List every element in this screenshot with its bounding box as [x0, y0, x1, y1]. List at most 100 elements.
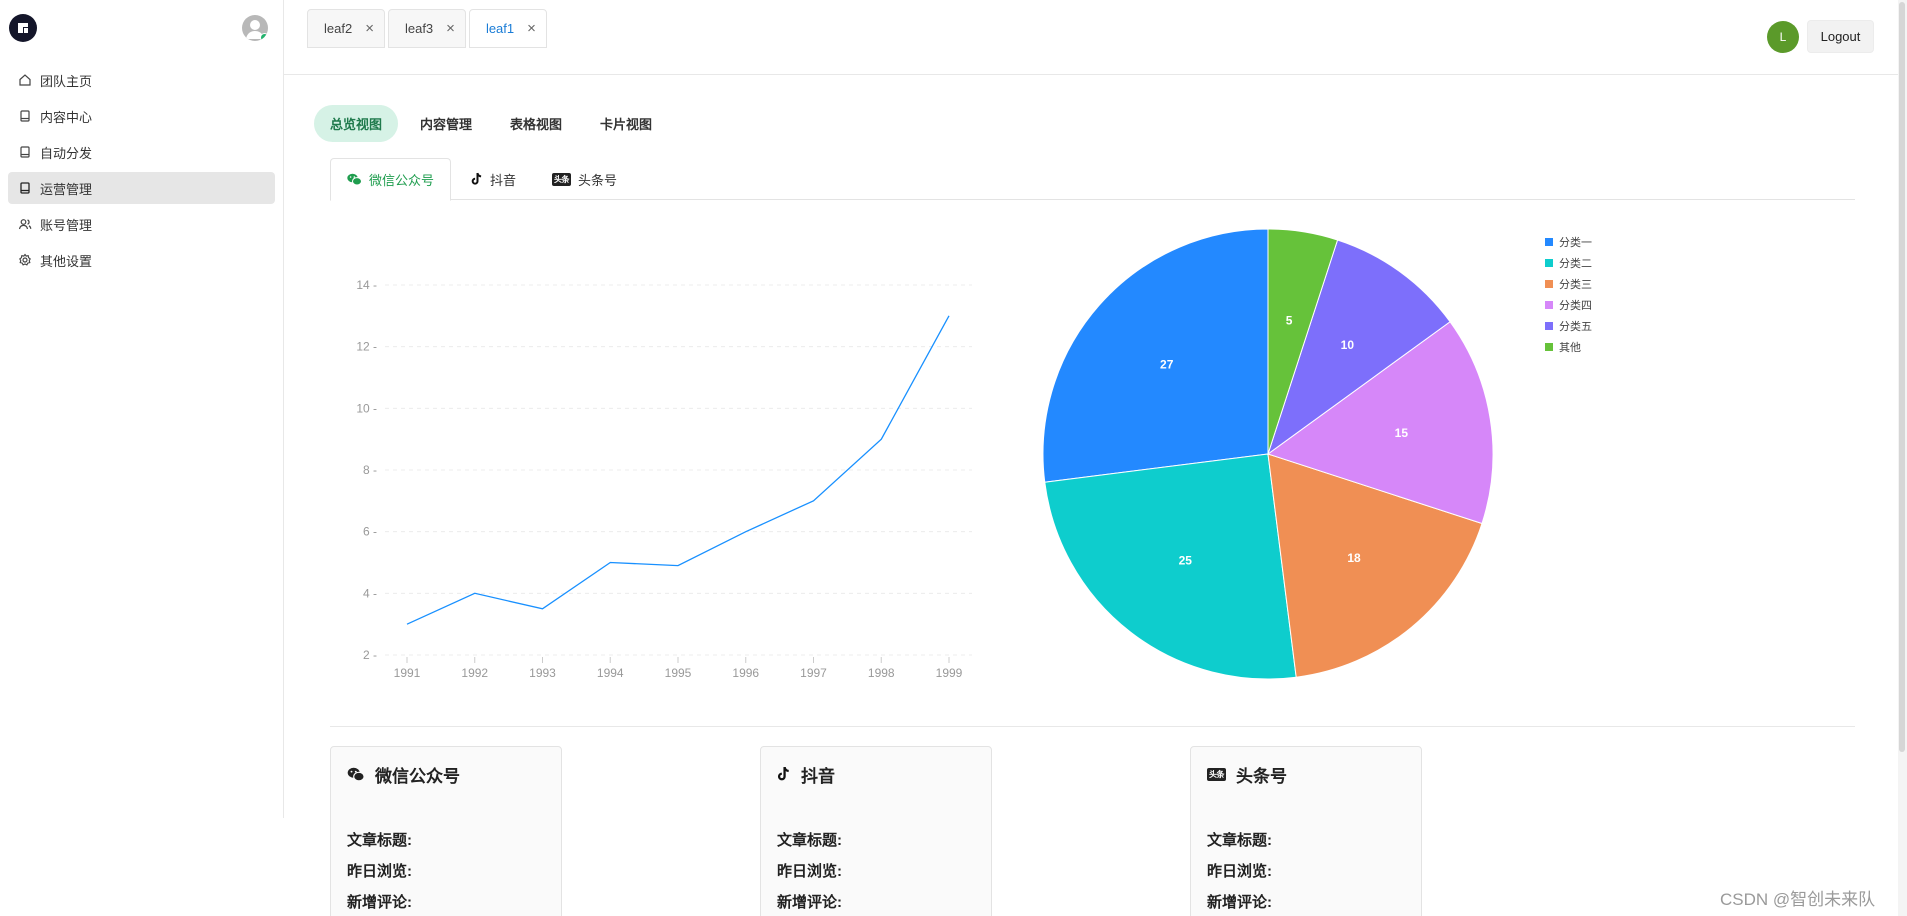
online-dot-icon	[260, 33, 268, 41]
legend-item[interactable]: 其他	[1545, 336, 1592, 357]
section-divider	[330, 726, 1855, 727]
card-title-text: 头条号	[1236, 766, 1287, 786]
card-title: 头条 头条号	[1207, 763, 1405, 786]
sidebar-header	[0, 0, 283, 54]
legend-swatch	[1545, 279, 1553, 288]
legend-label: 分类五	[1559, 320, 1592, 333]
x-tick-label: 1999	[936, 666, 963, 680]
wechat-icon	[347, 767, 365, 781]
sidebar: 团队主页 内容中心 自动分发 运营管理 账号管理 其他设置	[0, 0, 284, 818]
close-icon[interactable]: ×	[446, 21, 455, 36]
tab-table-view[interactable]: 表格视图	[494, 105, 578, 142]
x-tick-label: 1995	[665, 666, 692, 680]
close-icon[interactable]: ×	[527, 21, 536, 36]
book-icon	[20, 146, 30, 158]
page-tab-leaf1[interactable]: leaf1 ×	[468, 9, 547, 48]
sidebar-item-accounts[interactable]: 账号管理	[8, 208, 275, 240]
card-title: 抖音	[777, 763, 975, 786]
page-scrollbar[interactable]	[1898, 0, 1907, 916]
wechat-card: 微信公众号 文章标题: 昨日浏览: 新增评论:	[330, 746, 562, 916]
book-icon	[20, 182, 30, 194]
field-yesterday-views: 昨日浏览:	[1207, 863, 1272, 880]
page-tab-leaf3[interactable]: leaf3 ×	[387, 9, 466, 48]
logo-icon[interactable]	[9, 14, 37, 42]
tab-label: 头条号	[578, 172, 618, 188]
book-icon	[20, 110, 30, 122]
legend-label: 分类三	[1559, 278, 1592, 291]
field-article-title: 文章标题:	[347, 832, 412, 849]
legend-swatch	[1545, 237, 1553, 246]
sidebar-item-team-home[interactable]: 团队主页	[8, 64, 275, 96]
field-new-comments: 新增评论:	[777, 894, 842, 911]
toutiao-icon: 头条	[1207, 767, 1226, 781]
logout-button[interactable]: Logout	[1807, 20, 1874, 53]
tiktok-icon	[777, 766, 789, 781]
watermark: CSDN @智创未来队	[1720, 890, 1876, 909]
slice-label: 5	[1286, 314, 1293, 328]
y-tick-label: 4 -	[363, 586, 377, 600]
y-tick-label: 12 -	[356, 340, 377, 354]
legend-swatch	[1545, 321, 1553, 330]
sidebar-nav: 团队主页 内容中心 自动分发 运营管理 账号管理 其他设置	[0, 54, 283, 276]
user-status-icon[interactable]	[242, 15, 268, 41]
y-tick-label: 2 -	[363, 648, 377, 662]
field-article-title: 文章标题:	[777, 832, 842, 849]
tab-toutiao[interactable]: 头条 头条号	[536, 158, 633, 200]
line-chart: 2 - 4 - 6 - 8 - 10 - 12 - 14 - 1991 1992 1993 1994…	[356, 278, 972, 680]
tab-card-view[interactable]: 卡片视图	[584, 105, 668, 142]
legend-label: 分类四	[1559, 299, 1592, 312]
legend-label: 其他	[1559, 341, 1581, 354]
sidebar-item-label: 自动分发	[40, 145, 93, 161]
pie-slice	[1042, 228, 1269, 483]
card-title: 微信公众号	[347, 763, 545, 786]
avatar[interactable]: L	[1767, 21, 1799, 53]
y-tick-label: 8 -	[363, 463, 377, 477]
tab-content-management[interactable]: 内容管理	[404, 105, 488, 142]
toutiao-card: 头条 头条号 文章标题: 昨日浏览: 新增评论:	[1190, 746, 1422, 916]
legend-item[interactable]: 分类一	[1545, 231, 1592, 252]
legend-swatch	[1545, 342, 1553, 351]
x-tick-label: 1997	[800, 666, 827, 680]
scrollbar-thumb[interactable]	[1899, 2, 1905, 752]
legend-item[interactable]: 分类三	[1545, 273, 1592, 294]
tab-douyin[interactable]: 抖音	[455, 158, 532, 200]
sidebar-item-other-settings[interactable]: 其他设置	[8, 244, 275, 276]
slice-label: 27	[1160, 358, 1174, 372]
home-icon	[19, 74, 31, 86]
tiktok-icon	[471, 172, 482, 185]
tab-overview[interactable]: 总览视图	[314, 105, 399, 142]
legend-item[interactable]: 分类五	[1545, 315, 1592, 336]
field-yesterday-views: 昨日浏览:	[777, 863, 842, 880]
users-icon	[18, 219, 32, 230]
x-tick-label: 1996	[732, 666, 759, 680]
card-title-text: 微信公众号	[375, 766, 460, 786]
platform-tabs: 微信公众号 抖音 头条 头条号	[330, 158, 1855, 201]
tab-label: 微信公众号	[369, 173, 435, 188]
page-tab-label: leaf3	[404, 21, 434, 36]
legend-item[interactable]: 分类二	[1545, 252, 1592, 273]
tab-label: 抖音	[490, 172, 517, 188]
legend-item[interactable]: 分类四	[1545, 294, 1592, 315]
field-article-title: 文章标题:	[1207, 832, 1272, 849]
app-root: 团队主页 内容中心 自动分发 运营管理 账号管理 其他设置 leaf2 × le…	[0, 0, 1907, 916]
x-tick-label: 1998	[868, 666, 895, 680]
close-icon[interactable]: ×	[365, 21, 374, 36]
pie-legend: 分类一分类二分类三分类四分类五其他	[1545, 231, 1592, 357]
x-tick-label: 1994	[597, 666, 624, 680]
page-tab-leaf2[interactable]: leaf2 ×	[307, 9, 385, 48]
tab-wechat[interactable]: 微信公众号	[330, 158, 452, 201]
slice-label: 18	[1347, 551, 1361, 565]
toutiao-icon: 头条	[552, 172, 572, 186]
page-tab-bar: leaf2 × leaf3 × leaf1 ×	[307, 9, 547, 48]
legend-swatch	[1545, 300, 1553, 309]
x-tick-label: 1991	[394, 666, 421, 680]
sidebar-item-content-center[interactable]: 内容中心	[8, 100, 275, 132]
slice-label: 25	[1179, 554, 1193, 568]
sidebar-item-auto-distribute[interactable]: 自动分发	[8, 136, 275, 168]
field-new-comments: 新增评论:	[1207, 894, 1272, 911]
sidebar-item-operations[interactable]: 运营管理	[8, 172, 275, 204]
page-tab-label: leaf2	[324, 21, 353, 36]
view-tabs: 总览视图 内容管理 表格视图 卡片视图	[314, 105, 668, 142]
legend-label: 分类二	[1559, 257, 1592, 270]
wechat-icon	[347, 173, 362, 186]
